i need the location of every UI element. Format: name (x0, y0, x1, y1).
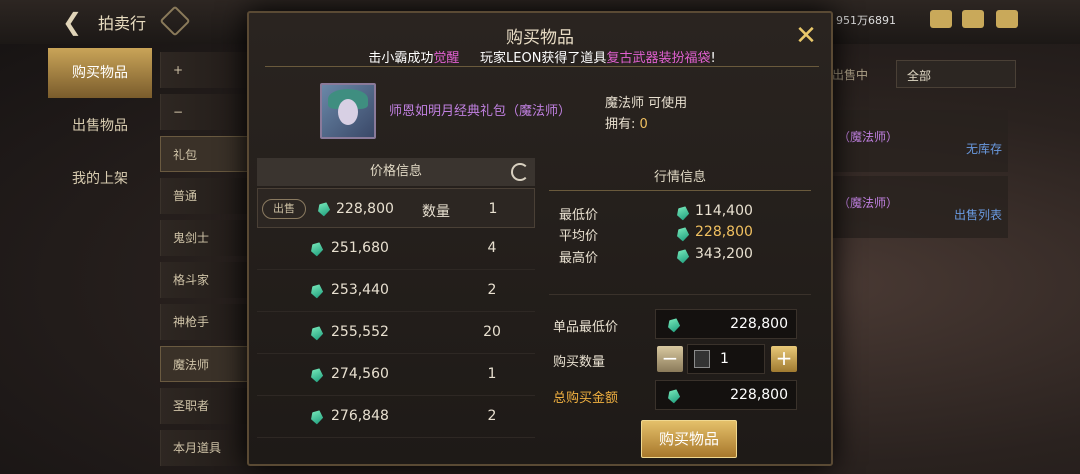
page-title: 拍卖行 (98, 14, 147, 33)
purchase-dialog: 购买物品 ✕ 击小霸成功觉醒 玩家LEON获得了道具复古武器装扮福袋! 师恩如明… (247, 11, 833, 466)
category-list: + − 礼包 普通 鬼剑士 格斗家 神枪手 魔法师 圣职者 本月道具 (160, 52, 248, 472)
table-row[interactable]: 255,552 20 (257, 312, 535, 354)
total-label: 总购买金额 (553, 391, 619, 406)
unit-price-label: 单品最低价 (553, 320, 619, 335)
price-info-panel: 价格信息 出售 228,800 数量 1 251,680 4 253,440 2… (257, 158, 535, 458)
gem-icon (309, 240, 325, 257)
unit-price-field: 228,800 (655, 309, 797, 339)
max-price: 343,200 (695, 246, 753, 262)
increase-quantity-button[interactable]: + (771, 346, 797, 372)
total-price-field: 228,800 (655, 380, 797, 410)
buy-button[interactable]: 购买物品 (641, 420, 737, 458)
help-icon[interactable] (159, 5, 191, 37)
mail-icon[interactable] (962, 10, 984, 28)
gem-icon (666, 316, 682, 333)
dialog-title: 购买物品 (506, 28, 574, 48)
gem-icon (309, 366, 325, 383)
gem-icon (309, 282, 325, 299)
item-class-requirement: 魔法师 可使用 (605, 96, 688, 111)
avg-price: 228,800 (695, 224, 753, 240)
gem-icon (309, 324, 325, 341)
gem-icon (675, 247, 691, 264)
decrease-quantity-button[interactable]: − (657, 346, 683, 372)
gem-icon (309, 408, 325, 425)
menu-icon[interactable] (996, 10, 1018, 28)
category-item[interactable]: 本月道具 (160, 430, 248, 466)
market-info-header: 行情信息 (653, 170, 706, 185)
price-info-header: 价格信息 (257, 158, 535, 186)
table-row[interactable]: 274,560 1 (257, 354, 535, 396)
quantity-input[interactable]: 1 (687, 344, 765, 374)
announcement-ticker: 击小霸成功觉醒 玩家LEON获得了道具复古武器装扮福袋! (265, 47, 819, 67)
category-item[interactable]: 魔法师 (160, 346, 248, 382)
category-item[interactable]: 鬼剑士 (160, 220, 248, 256)
item-owned: 拥有: 0 (605, 117, 648, 132)
list-item[interactable]: （魔法师） 无库存 (832, 110, 1008, 172)
category-collapse[interactable]: − (160, 94, 248, 130)
category-item[interactable]: 礼包 (160, 136, 248, 172)
min-price: 114,400 (695, 203, 753, 219)
nav-buy[interactable]: 购买物品 (48, 48, 152, 98)
gem-icon (666, 387, 682, 404)
sell-badge: 出售 (262, 199, 306, 219)
table-row[interactable]: 276,848 2 (257, 396, 535, 438)
nav-sell[interactable]: 出售物品 (48, 101, 152, 151)
quantity-label: 购买数量 (553, 355, 606, 370)
table-row[interactable]: 253,440 2 (257, 270, 535, 312)
list-item[interactable]: （魔法师） 出售列表 (832, 176, 1008, 238)
back-arrow-icon[interactable]: ❮ (62, 8, 92, 36)
calculator-icon[interactable] (694, 350, 710, 368)
category-item[interactable]: 圣职者 (160, 388, 248, 424)
category-expand[interactable]: + (160, 52, 248, 88)
gem-icon (316, 200, 332, 217)
currency-display: 951万6891 (836, 14, 896, 27)
treasure-icon[interactable] (930, 10, 952, 28)
nav-my-listings[interactable]: 我的上架 (48, 154, 152, 204)
category-item[interactable]: 普通 (160, 178, 248, 214)
filter-label: 出售中 (832, 68, 869, 82)
refresh-icon[interactable] (511, 163, 529, 181)
gem-icon (675, 204, 691, 221)
gem-icon (675, 225, 691, 242)
item-name: 师恩如明月经典礼包（魔法师） (389, 104, 572, 119)
left-nav: 购买物品 出售物品 我的上架 (48, 44, 152, 207)
table-row[interactable]: 出售 228,800 数量 1 (257, 188, 535, 228)
filter-select[interactable]: 全部 (896, 60, 1016, 88)
category-item[interactable]: 格斗家 (160, 262, 248, 298)
table-row[interactable]: 251,680 4 (257, 228, 535, 270)
item-portrait (320, 83, 376, 139)
category-item[interactable]: 神枪手 (160, 304, 248, 340)
